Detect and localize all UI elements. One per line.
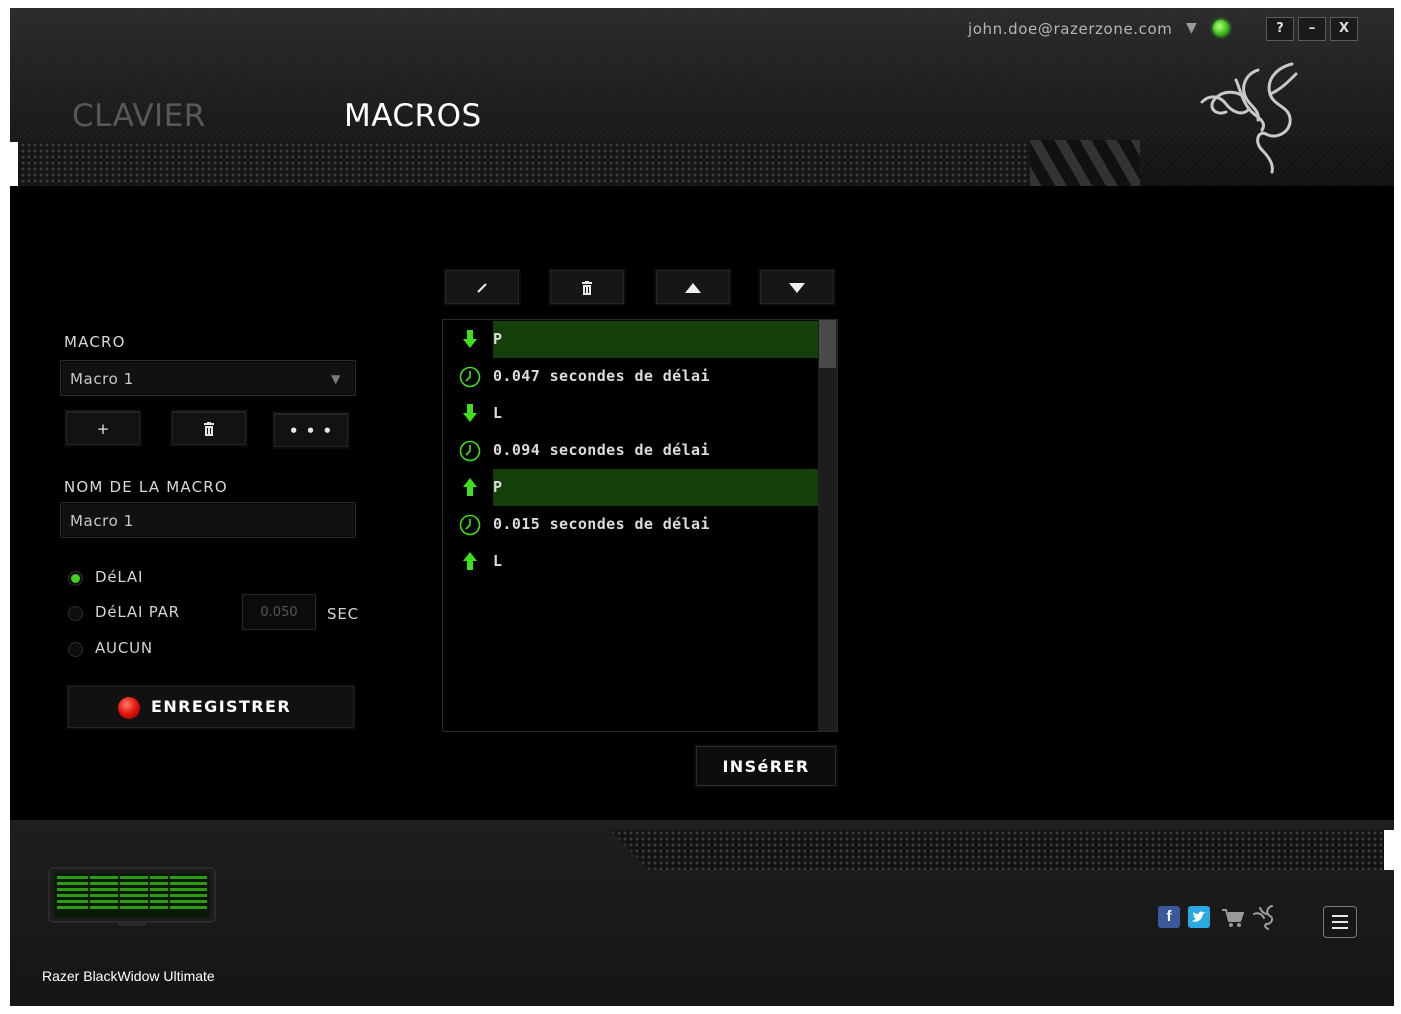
account-email[interactable]: john.doe@razerzone.com [968,20,1172,38]
event-text: L [493,404,503,422]
list-item[interactable]: P [443,469,818,506]
key-up-icon [463,478,477,496]
macro-name-label: NOM DE LA MACRO [64,478,228,496]
close-button[interactable]: X [1330,17,1358,41]
event-text: L [493,552,503,570]
list-item[interactable]: L [443,543,818,580]
header-hex-strip [20,142,1030,186]
macro-select[interactable]: Macro 1 ▼ [60,360,356,396]
scrollbar-thumb[interactable] [819,320,836,368]
fixed-delay-input[interactable]: 0.050 [242,594,316,630]
more-options-button[interactable]: • • • [274,413,348,447]
event-text: 0.094 secondes de délai [493,441,710,459]
trash-icon [204,422,214,436]
list-item[interactable]: L [443,395,818,432]
footer-hex-strip [610,830,1394,870]
add-macro-button[interactable]: + [66,411,140,445]
help-button[interactable]: ? [1266,17,1294,41]
macro-label: MACRO [64,333,126,351]
frame-notch [1384,830,1394,870]
delete-macro-button[interactable] [172,411,246,445]
move-down-button[interactable] [760,270,834,304]
key-down-icon [463,404,477,422]
list-item[interactable]: 0.015 secondes de délai [443,506,818,543]
list-scrollbar[interactable] [818,320,837,731]
razer-logo-icon [1200,62,1298,174]
delay-unit-label: SEC [327,605,359,623]
edit-icon [477,283,487,293]
fixed-delay-radio[interactable] [68,606,83,621]
key-down-icon [463,330,477,348]
delay-radio-label: DéLAI [95,568,144,586]
event-text: P [493,478,503,496]
no-delay-radio-label: AUCUN [95,639,153,657]
event-text: P [493,330,503,348]
macro-event-list[interactable]: P 0.047 secondes de délai L 0.094 second… [442,319,838,732]
frame-notch [10,142,18,186]
macro-name-input[interactable]: Macro 1 [60,502,356,538]
razer-insider-icon[interactable] [1252,904,1278,930]
move-up-icon [685,283,701,293]
trash-icon [582,281,592,295]
key-up-icon [463,552,477,570]
account-dropdown-icon[interactable]: ▼ [1186,20,1197,36]
macro-select-value: Macro 1 [70,370,134,388]
facebook-icon[interactable]: f [1158,906,1180,928]
event-text: 0.015 secondes de délai [493,515,710,533]
clock-icon [459,440,481,462]
tab-clavier[interactable]: CLAVIER [72,98,206,134]
delete-event-button[interactable] [550,270,624,304]
no-delay-radio[interactable] [68,642,83,657]
edit-button[interactable] [445,270,519,304]
tab-macros[interactable]: MACROS [344,98,482,134]
twitter-icon[interactable] [1188,906,1210,928]
move-up-button[interactable] [656,270,730,304]
record-button-label: ENREGISTRER [151,697,292,716]
selected-row-highlight [493,469,818,506]
insert-button[interactable]: INSéRER [696,746,836,786]
keyboard-device-image[interactable] [48,864,216,928]
clock-icon [459,366,481,388]
menu-bar [1332,921,1348,923]
twitter-bird-icon [1192,911,1206,922]
menu-bar [1332,915,1348,917]
record-button[interactable]: ENREGISTRER [68,686,354,728]
list-item[interactable]: 0.094 secondes de délai [443,432,818,469]
menu-bar [1332,927,1348,929]
online-status-icon [1213,20,1229,36]
list-item[interactable]: P [443,321,818,358]
minimize-button[interactable]: – [1298,17,1326,41]
header-stripes [1030,140,1140,186]
fixed-delay-radio-label: DéLAI PAR [95,603,180,621]
clock-icon [459,514,481,536]
synapse-window: CLAVIER MACROS john.doe@razerzone.com ▼ … [10,8,1394,1006]
event-text: 0.047 secondes de délai [493,367,710,385]
device-name: Razer BlackWidow Ultimate [42,968,215,984]
list-item[interactable]: 0.047 secondes de délai [443,358,818,395]
move-down-icon [789,283,805,293]
selected-row-highlight [493,321,818,358]
chevron-down-icon: ▼ [331,372,341,386]
cart-icon[interactable] [1222,908,1244,928]
record-icon [118,697,140,719]
menu-button[interactable] [1323,906,1357,938]
delay-radio[interactable] [68,571,83,586]
